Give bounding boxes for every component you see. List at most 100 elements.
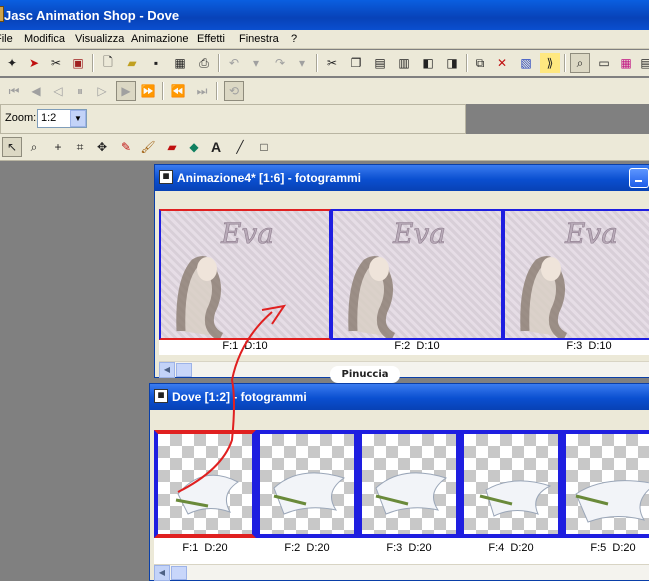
app-title-bar: Jasc Animation Shop - Dove (0, 0, 649, 30)
app-title: Jasc Animation Shop - Dove (4, 8, 180, 23)
move-tool-icon[interactable]: ✥ (92, 137, 112, 157)
pause-icon[interactable]: ⏸ (70, 81, 90, 101)
menu-help[interactable]: ? (291, 33, 297, 45)
menu-modifica[interactable]: Modifica (24, 33, 65, 45)
frame-title-art: Eva (220, 217, 274, 250)
frame-thumbnail (460, 430, 562, 538)
frame-thumbnail (256, 430, 358, 538)
video-icon[interactable]: ▣ (68, 53, 88, 73)
highlight-icon[interactable]: ⟫ (540, 53, 560, 73)
color-palette-icon[interactable]: ▦ (616, 53, 636, 73)
redo-dropdown-icon[interactable]: ▾ (292, 53, 312, 73)
line-tool-icon[interactable]: ╱ (230, 137, 250, 157)
frame-item[interactable]: F:5 D:20 (562, 430, 649, 564)
play-icon[interactable]: ▶ (116, 81, 136, 101)
shape-tool-icon[interactable]: □ (254, 137, 274, 157)
frame-item[interactable]: F:3 D:20 (358, 430, 460, 564)
horizontal-scrollbar[interactable]: ◀ (159, 361, 649, 378)
paste-before-icon[interactable]: ◧ (418, 53, 438, 73)
animation-frame-strip: Eva F:1 D:10 Eva F:2 D:10 Eva F:3 D:10 (159, 209, 649, 355)
frame-thumbnail (358, 430, 460, 538)
rewind-icon[interactable]: ◀ (26, 81, 46, 101)
cut-icon[interactable]: ✂ (322, 53, 342, 73)
frame-item[interactable]: F:4 D:20 (460, 430, 562, 564)
menu-visualizza[interactable]: Visualizza (75, 33, 124, 45)
minimize-button[interactable] (629, 168, 649, 188)
frame-caption: F:4 D:20 (488, 542, 534, 554)
print-icon[interactable]: ⎙ (194, 53, 214, 73)
zoom-bar: Zoom: 1:2 ▼ (0, 104, 466, 134)
paste-icon[interactable]: ▤ (370, 53, 390, 73)
frame-caption: F:3 D:10 (566, 340, 612, 352)
frame-title-art: Eva (564, 217, 618, 250)
undo-dropdown-icon[interactable]: ▾ (246, 53, 266, 73)
frame-caption: F:2 D:20 (284, 542, 330, 554)
frame-caption: F:1 D:10 (222, 340, 268, 352)
zoom-view-icon[interactable]: ⌕ (570, 53, 590, 73)
undo-icon[interactable]: ↶ (224, 53, 244, 73)
menu-bar: File Modifica Visualizza Animazione Effe… (0, 30, 649, 49)
scroll-left-icon[interactable]: ◀ (159, 362, 175, 378)
next-frame-icon[interactable]: ▷ (92, 81, 112, 101)
frame-item[interactable]: F:1 D:20 (154, 430, 256, 564)
delete-icon[interactable]: ✕ (492, 53, 512, 73)
loop-end-icon[interactable]: ⏭ (192, 81, 212, 101)
crop-tool-icon[interactable]: ⌗ (70, 137, 90, 157)
frame-caption: F:5 D:20 (590, 542, 636, 554)
banner-wizard-icon[interactable]: ➤ (24, 53, 44, 73)
scroll-thumb[interactable] (171, 566, 187, 580)
animation-wizard-icon[interactable]: ✦ (2, 53, 22, 73)
horizontal-scrollbar[interactable]: ◀ (154, 564, 649, 581)
menu-effetti[interactable]: Effetti (197, 33, 225, 45)
arrow-select-tool-icon[interactable]: ↖ (2, 137, 22, 157)
fast-forward-icon[interactable]: ⏩ (138, 81, 158, 101)
menu-file[interactable]: File (0, 33, 13, 45)
animation-window-title: Animazione4* [1:6] - fotogrammi (177, 171, 362, 185)
redo-icon[interactable]: ↷ (270, 53, 290, 73)
first-frame-icon[interactable]: ⏮ (4, 81, 24, 101)
open-folder-icon[interactable]: ▰ (122, 53, 142, 73)
save-as-icon[interactable]: ▦ (170, 53, 190, 73)
frame-thumbnail (562, 430, 649, 538)
animation-window-title-bar: ▦ Animazione4* [1:6] - fotogrammi (155, 165, 649, 191)
text-tool-icon[interactable]: A (206, 137, 226, 157)
copy-icon[interactable]: ❐ (346, 53, 366, 73)
zoom-label: Zoom: (5, 112, 37, 124)
menu-finestra[interactable]: Finestra (239, 33, 279, 45)
frame-item[interactable]: Eva F:2 D:10 (331, 209, 503, 355)
frame-properties-icon[interactable]: ▧ (516, 53, 536, 73)
crosshair-tool-icon[interactable]: + (48, 137, 68, 157)
paintbrush-tool-icon[interactable]: 🖌 (138, 137, 158, 157)
eraser-tool-icon[interactable]: ▰ (162, 137, 182, 157)
menu-animazione[interactable]: Animazione (131, 33, 188, 45)
author-watermark: Pinuccia (330, 366, 400, 383)
zoom-dropdown-icon[interactable]: ▼ (70, 110, 86, 127)
frame-thumbnail: Eva (331, 209, 503, 340)
previous-frame-icon[interactable]: ◁ (48, 81, 68, 101)
zoom-tool-icon[interactable]: ⌕ (24, 137, 44, 157)
tools-bar: ↖ ⌕ + ⌗ ✥ ✎ 🖌 ▰ ◆ A ╱ □ (0, 134, 649, 161)
new-file-icon[interactable]: 🗋 (98, 53, 118, 73)
toolbar-icon[interactable]: ▭ (594, 53, 614, 73)
paste-after-icon[interactable]: ◨ (442, 53, 462, 73)
dove-window-title: Dove [1:2] - fotogrammi (172, 390, 307, 404)
frame-item[interactable]: Eva F:3 D:10 (503, 209, 649, 355)
dropper-tool-icon[interactable]: ✎ (116, 137, 136, 157)
save-icon[interactable]: ▪ (146, 53, 166, 73)
dove-frames-window: ▦ Dove [1:2] - fotogrammi F:1 D:20 F:2 D… (149, 383, 649, 581)
frame-item[interactable]: Eva F:1 D:10 (159, 209, 331, 355)
more-icon[interactable]: ▤ (636, 53, 649, 73)
optimization-icon[interactable]: ✂ (46, 53, 66, 73)
select-all-icon[interactable]: ⧉ (470, 53, 490, 73)
frame-title-art: Eva (392, 217, 446, 250)
fill-tool-icon[interactable]: ◆ (184, 137, 204, 157)
playback-toolbar: ⏮ ◀ ◁ ⏸ ▷ ▶ ⏩ ⏪ ⏭ ⟲ (0, 78, 649, 104)
frame-item[interactable]: F:2 D:20 (256, 430, 358, 564)
loop-start-icon[interactable]: ⏪ (168, 81, 188, 101)
scroll-left-icon[interactable]: ◀ (154, 565, 170, 581)
standard-toolbar: ✦ ➤ ✂ ▣ 🗋 ▰ ▪ ▦ ⎙ ↶ ▾ ↷ ▾ ✂ ❐ ▤ ▥ ◧ ◨ ⧉ … (0, 50, 649, 76)
paste-as-new-icon[interactable]: ▥ (394, 53, 414, 73)
frame-thumbnail: Eva (159, 209, 331, 340)
loop-toggle-icon[interactable]: ⟲ (224, 81, 244, 101)
scroll-thumb[interactable] (176, 363, 192, 377)
